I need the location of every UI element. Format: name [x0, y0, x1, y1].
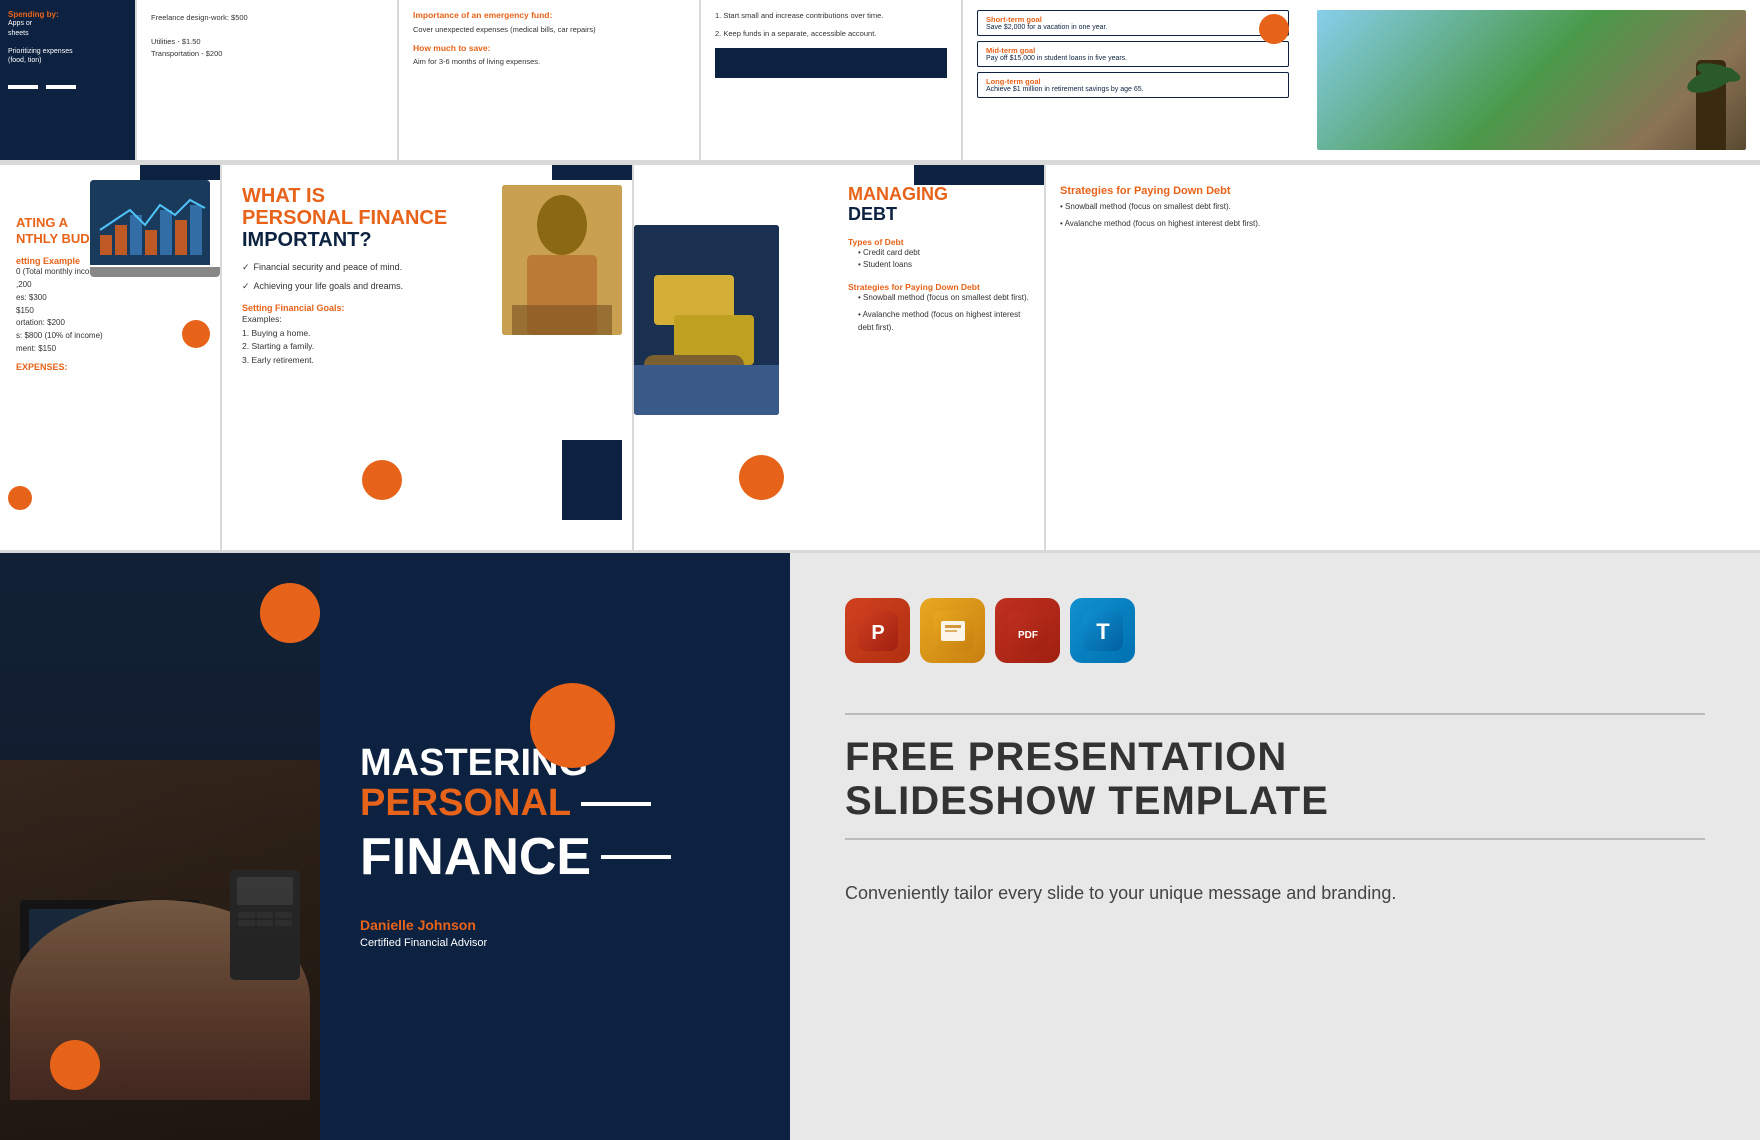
slide-top-1: Spending by: Apps or sheets Prioritizing… [0, 0, 135, 160]
text-icon: T [1070, 598, 1135, 663]
svg-text:P: P [871, 622, 884, 644]
pf-item3: 3. Early retirement. [242, 354, 612, 368]
app-icons-row: P [845, 598, 1705, 663]
pf-navy-rect [552, 165, 632, 180]
pdf-icon: PDF [995, 598, 1060, 663]
main-title-slide: MASTERING PERSONAL FINANCE Danielle John… [0, 553, 790, 1140]
slide2-utilities: Utilities - $1.50 [151, 36, 383, 48]
debt-strategy1: • Snowball method (focus on smallest deb… [848, 292, 1030, 305]
slide-top-2: Freelance design-work: $500 Utilities - … [137, 0, 397, 160]
person-svg [502, 185, 622, 335]
slide5-shortterm: Short-term goal Save $2,000 for a vacati… [977, 10, 1289, 36]
laptop-base [90, 267, 220, 277]
debt-right-panel: MANAGING DEBT Types of Debt • Credit car… [834, 165, 1044, 550]
credit-card-svg [634, 225, 779, 415]
slide-budget: ATING A NTHLY BUDGET etting Example 0 (T… [0, 165, 220, 550]
slide1-bar2 [46, 85, 76, 89]
main-title-dash2 [601, 855, 671, 859]
debt-type2: • Student loans [848, 259, 1030, 272]
debt-strategy2: • Avalanche method (focus on highest int… [848, 309, 1030, 335]
ppt-svg: P [858, 611, 898, 651]
laptop-screen [90, 180, 210, 265]
pdf-svg: PDF [1008, 611, 1048, 651]
slide-mid-partial: Strategies for Paying Down Debt • Snowba… [1046, 165, 1760, 550]
slide-top-5: Short-term goal Save $2,000 for a vacati… [963, 0, 1303, 160]
slide3-heading: Importance of an emergency fund: [413, 10, 685, 20]
panel-title-line2: SLIDESHOW TEMPLATE [845, 779, 1705, 823]
panel-tagline: Conveniently tailor every slide to your … [845, 880, 1705, 907]
budget-navy-rect [140, 165, 220, 180]
slide2-transport: Transportation - $200 [151, 48, 383, 60]
pf-item2: 2. Starting a family. [242, 340, 612, 354]
slide5-midterm: Mid-term goal Pay off $15,000 in student… [977, 41, 1289, 67]
main-orange-circle-big [530, 683, 615, 768]
main-title-personal: PERSONAL [360, 782, 571, 825]
pf-navy-block [562, 440, 622, 520]
slide3-body: Cover unexpected expenses (medical bills… [413, 24, 685, 35]
slide3-subheading: How much to save: [413, 43, 685, 53]
debt-types-label: Types of Debt [848, 237, 1030, 247]
slide3-subbody: Aim for 3-6 months of living expenses. [413, 56, 685, 67]
debt-strategies-label: Strategies for Paying Down Debt [848, 282, 1030, 292]
partial-s1: • Snowball method (focus on smallest deb… [1060, 201, 1746, 214]
slide1-bar1 [8, 85, 38, 89]
partial-strategies-label: Strategies for Paying Down Debt [1060, 185, 1746, 197]
main-title-finance: FINANCE [360, 827, 591, 887]
debt-title1: MANAGING [848, 185, 1030, 205]
slide4-item1: 1. Start small and increase contribution… [715, 10, 947, 22]
laptop-graphic [90, 180, 220, 310]
debt-credit-card-photo [634, 225, 779, 415]
slide2-freelance: Freelance design-work: $500 [151, 12, 383, 24]
slide-top-4: 1. Start small and increase contribution… [701, 0, 961, 160]
slide-top-3: Importance of an emergency fund: Cover u… [399, 0, 699, 160]
slide5-longterm: Long-term goal Achieve $1 million in ret… [977, 72, 1289, 98]
budget-orange-circle2 [8, 486, 32, 510]
debt-title2: DEBT [848, 205, 1030, 225]
svg-text:T: T [1096, 619, 1110, 644]
main-author-title: Certified Financial Advisor [360, 937, 750, 949]
panel-divider [845, 713, 1705, 715]
slide-personal-finance: WHAT IS PERSONAL FINANCE IMPORTANT? ✓Fin… [222, 165, 632, 550]
budget-expenses-label: EXPENSES: [16, 362, 204, 372]
slide1-items: Apps or sheets [8, 19, 127, 39]
slide-top-6 [1303, 0, 1760, 160]
main-orange-circle-top [260, 583, 320, 643]
partial-s2: • Avalanche method (focus on highest int… [1060, 218, 1746, 231]
slide5-orange-circle [1259, 14, 1289, 44]
chart-svg [90, 180, 210, 265]
slides-svg [933, 611, 973, 651]
svg-text:PDF: PDF [1018, 630, 1038, 641]
debt-orange-circle [739, 455, 784, 500]
text-svg: T [1083, 611, 1123, 651]
panel-title-line1: FREE PRESENTATION [845, 735, 1705, 779]
main-orange-circle-bottom [50, 1040, 100, 1090]
main-text-area: MASTERING PERSONAL FINANCE Danielle John… [320, 553, 790, 1140]
slides-icon [920, 598, 985, 663]
slide1-note: Prioritizing expenses [8, 47, 127, 57]
slide4-navy-block [715, 48, 947, 78]
bottom-row: MASTERING PERSONAL FINANCE Danielle John… [0, 553, 1760, 1140]
ppt-icon: P [845, 598, 910, 663]
debt-type1: • Credit card debt [848, 247, 1030, 260]
budget-orange-circle1 [182, 320, 210, 348]
pf-person-photo [502, 185, 622, 335]
pf-orange-circle [362, 460, 402, 500]
slide1-label: Spending by: [8, 10, 127, 19]
main-author-name: Danielle Johnson [360, 917, 750, 933]
slide1-subnote: (food, tion) [8, 56, 127, 66]
right-info-panel: P [790, 553, 1760, 1140]
slide-managing-debt: MANAGING DEBT Types of Debt • Credit car… [634, 165, 1044, 550]
panel-divider2 [845, 838, 1705, 840]
top-row: Spending by: Apps or sheets Prioritizing… [0, 0, 1760, 160]
main-title-dash1 [581, 802, 651, 806]
middle-row: ATING A NTHLY BUDGET etting Example 0 (T… [0, 165, 1760, 550]
slide4-item2: 2. Keep funds in a separate, accessible … [715, 28, 947, 40]
photo-overlay [0, 553, 320, 1140]
